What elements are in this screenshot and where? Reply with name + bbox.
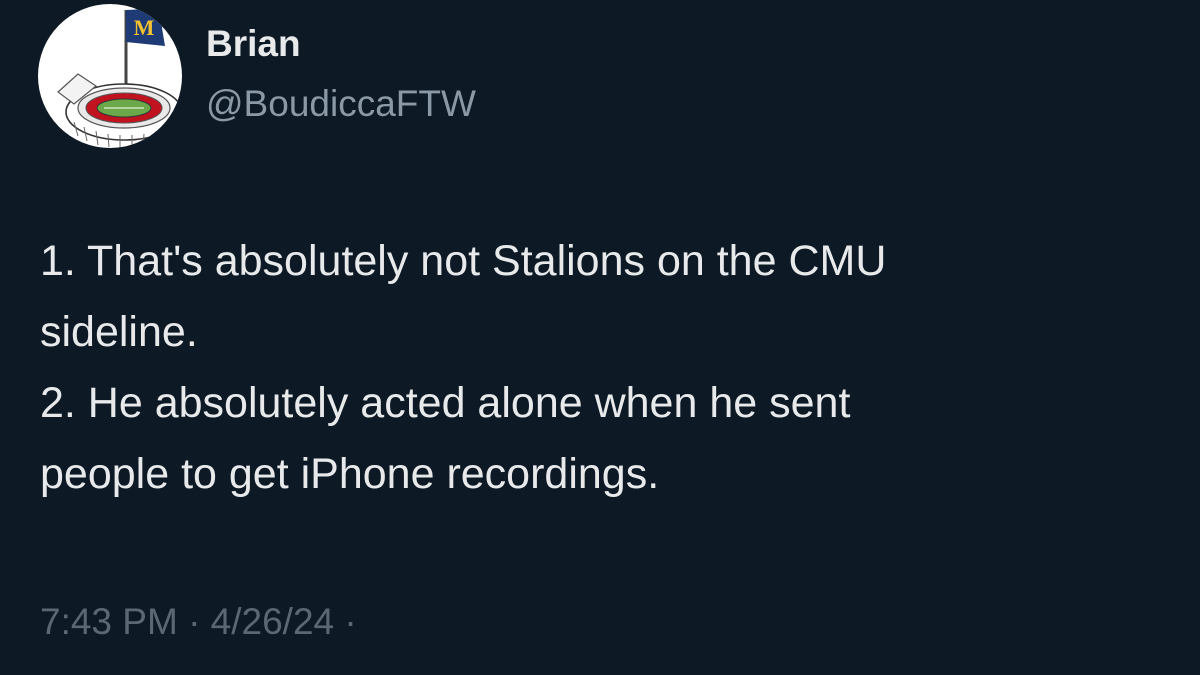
flag-letter: M: [134, 15, 155, 40]
user-handle[interactable]: @BoudiccaFTW: [206, 82, 476, 126]
tweet-timestamp[interactable]: 7:43 PM · 4/26/24 ·: [40, 600, 357, 644]
display-name[interactable]: Brian: [206, 22, 301, 66]
tweet-line: people to get iPhone recordings.: [40, 450, 660, 498]
stadium-flag-avatar-icon: M: [57, 8, 182, 148]
tweet-line: 1. That's absolutely not Stalions on the…: [40, 237, 887, 285]
tweet-line: sideline.: [40, 308, 198, 356]
tweet-text: 1. That's absolutely not Stalions on the…: [40, 226, 1160, 510]
tweet-card: M Brian @BoudiccaFTW 1. That's absolutel…: [0, 0, 1200, 675]
avatar[interactable]: M: [38, 4, 182, 148]
tweet-line: 2. He absolutely acted alone when he sen…: [40, 379, 851, 427]
